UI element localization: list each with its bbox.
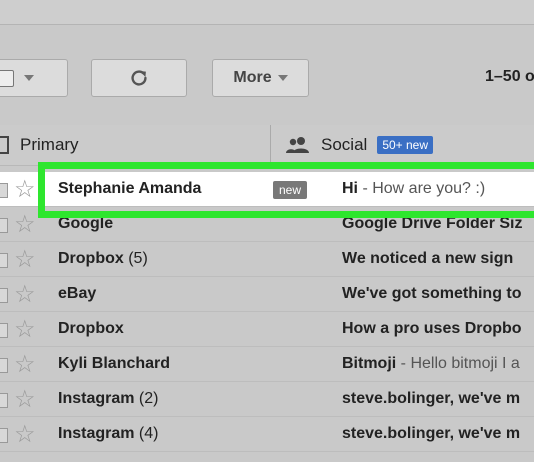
email-snippet: - Hello bitmoji I a [396,355,520,372]
subject-text: We've got something to [342,285,522,302]
sender-name: Instagram [58,425,135,442]
star-icon[interactable]: ☆ [14,245,36,274]
email-snippet: - How are you? :) [358,180,486,197]
email-sender: Instagram (4) [58,425,158,443]
row-checkbox[interactable] [0,288,8,303]
email-row[interactable]: ☆ Dropbox (5) We noticed a new sign [0,242,534,277]
subject-text: Bitmoji [342,355,397,372]
select-all-button[interactable] [0,59,68,97]
row-checkbox[interactable] [0,218,8,233]
star-icon[interactable]: ☆ [14,315,36,344]
row-checkbox[interactable] [0,393,8,408]
sender-name: Dropbox [58,250,124,267]
email-sender: Dropbox [58,320,124,338]
thread-count: (5) [123,250,148,267]
email-sender: Kyli Blanchard [58,355,170,373]
email-row[interactable]: ☆ Dropbox How a pro uses Dropbo [0,312,534,347]
star-icon[interactable]: ☆ [14,280,36,309]
email-subject: We've got something to [342,285,522,303]
subject-text: steve.bolinger, we've m [342,425,521,442]
email-row[interactable]: ☆ Instagram (2) steve.bolinger, we've m [0,382,534,417]
sender-name: Kyli Blanchard [58,355,171,372]
thread-count: (4) [134,425,159,442]
email-sender: Stephanie Amanda [58,180,201,198]
pagination-text: 1–50 o [485,68,534,85]
row-checkbox[interactable] [0,183,8,198]
subject-text: How a pro uses Dropbo [342,320,522,337]
tab-social[interactable]: Social 50+ new [285,125,434,165]
subject-text: steve.bolinger, we've m [342,390,521,407]
inbox-icon [0,136,9,154]
email-row[interactable]: ☆ Google Google Drive Folder Siz [0,207,534,242]
email-row[interactable]: ☆ Stephanie Amanda new Hi - How are you?… [0,172,534,207]
star-icon[interactable]: ☆ [14,175,36,204]
star-icon[interactable]: ☆ [14,420,36,449]
email-sender: Instagram (2) [58,390,158,408]
email-sender: Google [58,215,113,233]
tab-divider [270,125,271,165]
refresh-button[interactable] [91,59,187,97]
email-subject: steve.bolinger, we've m [342,425,520,443]
people-icon [286,137,309,153]
tab-social-label: Social [321,135,368,154]
chevron-down-icon [277,75,288,81]
email-subject: Bitmoji - Hello bitmoji I a [342,355,520,373]
row-checkbox[interactable] [0,358,8,373]
sender-name: Google [58,215,114,232]
email-subject: We noticed a new sign [342,250,513,268]
email-row[interactable]: ☆ Kyli Blanchard Bitmoji - Hello bitmoji… [0,347,534,382]
email-subject: How a pro uses Dropbo [342,320,522,338]
sender-name: Dropbox [58,320,124,337]
sender-name: Instagram [58,390,135,407]
category-tabs: Primary Social 50+ new [0,125,534,166]
refresh-icon [131,70,147,86]
sender-name: Stephanie Amanda [58,180,202,197]
subject-text: We noticed a new sign [342,250,514,267]
email-subject: steve.bolinger, we've m [342,390,520,408]
subject-text: Google Drive Folder Siz [342,215,523,232]
star-icon[interactable]: ☆ [14,210,36,239]
row-checkbox[interactable] [0,253,8,268]
chevron-down-icon [24,75,34,81]
tab-primary[interactable]: Primary [0,125,270,165]
email-subject: Google Drive Folder Siz [342,215,522,233]
thread-count: (2) [134,390,159,407]
subject-text: Hi [342,180,358,197]
email-subject: Hi - How are you? :) [342,180,485,198]
checkbox-icon[interactable] [0,69,14,87]
sender-name: eBay [58,285,97,302]
star-icon[interactable]: ☆ [14,385,36,414]
email-row[interactable]: ☆ Instagram (4) steve.bolinger, we've m [0,417,534,452]
more-button-label: More [233,69,272,86]
tab-primary-label: Primary [20,135,79,154]
social-new-badge: 50+ new [377,136,434,154]
top-bar [0,0,534,25]
row-checkbox[interactable] [0,428,8,443]
more-button[interactable]: More [212,59,309,97]
star-icon[interactable]: ☆ [14,350,36,379]
email-row[interactable]: ☆ eBay We've got something to [0,277,534,312]
new-label-badge: new [273,181,308,199]
email-sender: Dropbox (5) [58,250,148,268]
row-checkbox[interactable] [0,323,8,338]
email-sender: eBay [58,285,96,303]
